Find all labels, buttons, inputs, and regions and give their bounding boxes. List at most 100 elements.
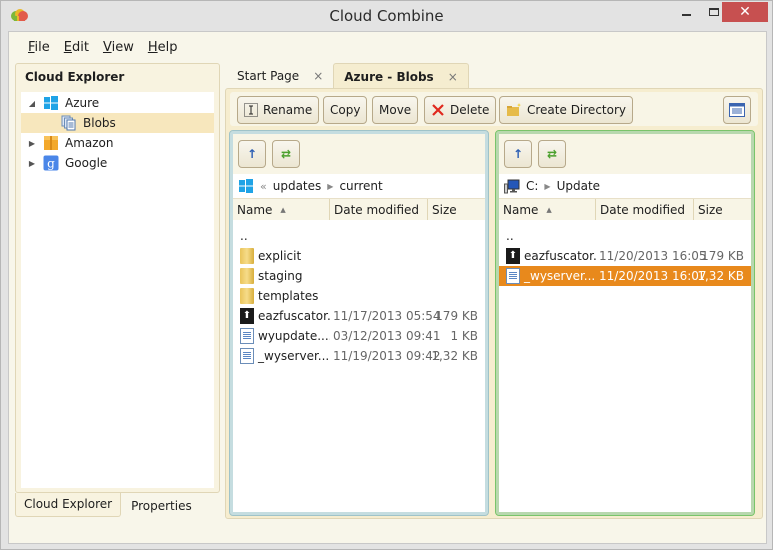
menu-file[interactable]: File [21, 40, 57, 55]
column-size[interactable]: Size [428, 199, 485, 221]
client-area: File Edit View Help Cloud Explorer ◢ Azu… [8, 31, 767, 544]
view-toggle-button[interactable] [723, 96, 751, 124]
tree-item-amazon[interactable]: ▶ Amazon [21, 133, 214, 153]
collapse-arrow-icon[interactable]: ◢ [27, 98, 37, 108]
refresh-button[interactable]: ⇄ [272, 140, 300, 168]
document-icon [240, 348, 254, 364]
amazon-box-icon [44, 136, 58, 150]
file-size: 1,32 KB [431, 349, 478, 363]
breadcrumb-item[interactable]: current [339, 179, 382, 193]
menu-help[interactable]: Help [141, 40, 185, 55]
pane-nav: ↑ ⇄ [504, 140, 566, 168]
breadcrumb-item[interactable]: Update [557, 179, 600, 193]
file-name-cell: ⬆ eazfuscator... [499, 248, 596, 264]
rename-icon [244, 103, 258, 117]
tree-label: Azure [65, 96, 100, 110]
file-row[interactable]: staging [233, 266, 485, 286]
sort-ascending-icon: ▲ [546, 206, 552, 214]
document-icon [240, 328, 254, 344]
file-row[interactable]: _wyserver.... 11/19/2013 09:42 1,32 KB [233, 346, 485, 366]
refresh-icon: ⇄ [546, 147, 558, 161]
delete-x-icon [432, 104, 444, 116]
delete-button[interactable]: Delete [424, 96, 497, 124]
file-name-cell: .. [233, 229, 330, 243]
file-row[interactable]: ⬆ eazfuscator...11/17/2013 05:54179 KB [233, 306, 485, 326]
file-name-cell: _wyserver.... [499, 268, 596, 284]
tab-start-page[interactable]: Start Page × [227, 63, 333, 89]
tree-item-blobs[interactable]: Blobs [21, 113, 214, 133]
minimize-button[interactable] [671, 2, 701, 22]
tree-item-google[interactable]: ▶ g Google [21, 153, 214, 173]
breadcrumb: « updates ▶ current [233, 174, 485, 198]
close-tab-icon[interactable]: × [448, 70, 458, 89]
tab-label: Start Page [237, 69, 300, 83]
up-folder-button[interactable]: ↑ [238, 140, 266, 168]
sort-ascending-icon: ▲ [280, 206, 286, 214]
file-name: templates [258, 289, 319, 303]
file-name: _wyserver.... [524, 269, 596, 283]
breadcrumb-item[interactable]: C: [526, 179, 538, 193]
column-header: Name ▲ Date modified Size [233, 198, 485, 221]
menu-edit[interactable]: Edit [57, 40, 96, 55]
tab-properties[interactable]: Properties [121, 493, 202, 517]
tree-label: Amazon [65, 136, 114, 150]
expand-arrow-icon[interactable]: ▶ [27, 138, 37, 148]
file-row[interactable]: templates [233, 286, 485, 306]
cloud-explorer-panel: Cloud Explorer ◢ Azure Blobs ▶ Amazon ▶ … [15, 63, 220, 493]
copy-button[interactable]: Copy [323, 96, 368, 124]
tab-azure-blobs[interactable]: Azure - Blobs × [333, 63, 469, 89]
file-row[interactable]: ⬆ eazfuscator...11/20/2013 16:05179 KB [499, 246, 751, 266]
close-tab-icon[interactable]: × [313, 69, 323, 89]
expand-arrow-icon[interactable]: ▶ [27, 158, 37, 168]
refresh-button[interactable]: ⇄ [538, 140, 566, 168]
close-icon: ✕ [739, 4, 751, 20]
minimize-icon [681, 14, 691, 16]
breadcrumb-separator-icon[interactable]: ▶ [544, 182, 550, 191]
column-date-modified[interactable]: Date modified [330, 199, 428, 221]
file-row[interactable]: .. [499, 226, 751, 246]
executable-icon: ⬆ [506, 248, 520, 264]
file-name-cell: explicit [233, 248, 330, 264]
file-date: 11/17/2013 05:54 [333, 309, 441, 323]
menu-view[interactable]: View [96, 40, 141, 55]
file-name: eazfuscator... [524, 249, 596, 263]
file-name-cell: .. [499, 229, 596, 243]
tab-cloud-explorer[interactable]: Cloud Explorer [15, 493, 122, 517]
breadcrumb-overflow-icon[interactable]: « [260, 180, 267, 193]
cloud-tree: ◢ Azure Blobs ▶ Amazon ▶ g Google [21, 92, 214, 488]
list-view-icon [729, 103, 745, 117]
refresh-icon: ⇄ [280, 147, 292, 161]
create-directory-button[interactable]: Create Directory [499, 96, 633, 124]
file-size: 1,32 KB [697, 269, 744, 283]
file-name: .. [240, 229, 248, 243]
move-button[interactable]: Move [372, 96, 419, 124]
close-button[interactable]: ✕ [722, 2, 768, 22]
file-row[interactable]: .. [233, 226, 485, 246]
file-name: staging [258, 269, 303, 283]
button-label: Create Directory [527, 103, 626, 117]
menu-bar: File Edit View Help [21, 40, 184, 55]
column-size[interactable]: Size [694, 199, 751, 221]
column-name[interactable]: Name ▲ [233, 199, 330, 221]
file-date: 11/19/2013 09:42 [333, 349, 441, 363]
file-name: wyupdate.... [258, 329, 330, 343]
file-date: 03/12/2013 09:41 [333, 329, 441, 343]
file-size: 179 KB [435, 309, 478, 323]
windows-logo-icon [44, 96, 58, 110]
up-folder-button[interactable]: ↑ [504, 140, 532, 168]
breadcrumb-separator-icon[interactable]: ▶ [327, 182, 333, 191]
file-row[interactable]: wyupdate.... 03/12/2013 09:41 1 KB [233, 326, 485, 346]
column-name[interactable]: Name ▲ [499, 199, 596, 221]
file-row[interactable]: _wyserver.... 11/20/2013 16:07 1,32 KB [499, 266, 751, 286]
tree-item-azure[interactable]: ◢ Azure [21, 93, 214, 113]
column-date-modified[interactable]: Date modified [596, 199, 694, 221]
breadcrumb-item[interactable]: updates [273, 179, 322, 193]
file-name: explicit [258, 249, 302, 263]
maximize-icon [709, 8, 719, 16]
file-row[interactable]: explicit [233, 246, 485, 266]
window-title: Cloud Combine [329, 7, 444, 25]
panel-title: Cloud Explorer [25, 70, 125, 84]
rename-button[interactable]: Rename [237, 96, 320, 124]
tab-label: Azure - Blobs [344, 70, 434, 84]
new-folder-icon [507, 103, 521, 116]
